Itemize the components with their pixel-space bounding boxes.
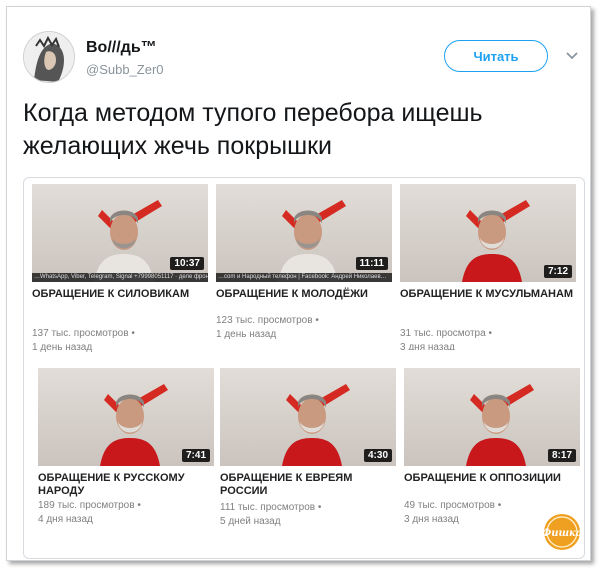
news-ticker: …com и Народный телефон | Facebook: Андр… — [216, 273, 392, 282]
video-thumbnail[interactable]: …com и Народный телефон | Facebook: Андр… — [216, 184, 392, 282]
video-title[interactable]: ОБРАЩЕНИЕ К МУСУЛЬМАНАМ — [400, 288, 576, 301]
avatar[interactable] — [23, 31, 75, 83]
duration-badge: 8:17 — [547, 449, 576, 462]
display-name[interactable]: Во///дь™ — [86, 39, 157, 57]
tweet-media[interactable]: …WhatsApp, Viber, Telegram, Signal +7999… — [23, 177, 585, 559]
video-title[interactable]: ОБРАЩЕНИЕ К ЕВРЕЯМ РОССИИ — [220, 472, 396, 498]
duration-badge: 7:41 — [181, 449, 210, 462]
duration-badge: 11:11 — [355, 257, 388, 270]
video-thumbnail[interactable]: 4:30 — [220, 368, 396, 466]
video-title[interactable]: ОБРАЩЕНИЕ К СИЛОВИКАМ — [32, 288, 208, 301]
video-age: 1 день назад — [32, 342, 93, 353]
duration-badge: 4:30 — [363, 449, 392, 462]
video-age: 4 дня назад — [38, 514, 93, 525]
follow-button[interactable]: Читать — [444, 40, 548, 72]
video-thumbnail[interactable]: 7:41 — [38, 368, 214, 466]
video-thumbnail[interactable]: 8:17 — [404, 368, 580, 466]
video-age: 5 дней назад — [220, 516, 281, 527]
video-thumbnail[interactable]: …WhatsApp, Viber, Telegram, Signal +7999… — [32, 184, 208, 282]
video-title[interactable]: ОБРАЩЕНИЕ К МОЛОДЁЖИ — [216, 288, 392, 301]
duration-badge: 10:37 — [170, 257, 204, 270]
video-views: 137 тыс. просмотров • — [32, 328, 135, 339]
video-thumbnail[interactable]: 7:12 — [400, 184, 576, 282]
tweet-card: Во///дь™ @Subb_Zer0 Читать Когда методом… — [6, 6, 591, 561]
duration-badge: 7:12 — [543, 265, 572, 278]
video-title[interactable]: ОБРАЩЕНИЕ К РУССКОМУ НАРОДУ — [38, 472, 214, 498]
user-handle[interactable]: @Subb_Zer0 — [86, 62, 164, 77]
video-views: 31 тыс. просмотра • — [400, 328, 492, 339]
svg-text:Фишка: Фишка — [543, 528, 581, 539]
video-age: 1 день назад — [216, 329, 277, 340]
chevron-down-icon[interactable] — [565, 49, 579, 63]
video-age: 3 дня назад — [400, 342, 455, 350]
video-views: 111 тыс. просмотров • — [220, 502, 322, 513]
news-ticker: …WhatsApp, Viber, Telegram, Signal +7999… — [32, 273, 208, 282]
watermark-logo: Фишка — [543, 514, 581, 550]
video-title[interactable]: ОБРАЩЕНИЕ К ОППОЗИЦИИ — [404, 472, 580, 485]
video-views: 123 тыс. просмотров • — [216, 315, 319, 326]
video-views: 189 тыс. просмотров • — [38, 500, 141, 511]
video-views: 49 тыс. просмотров • — [404, 500, 502, 511]
tweet-text: Когда методом тупого перебора ищешь жела… — [23, 99, 483, 160]
